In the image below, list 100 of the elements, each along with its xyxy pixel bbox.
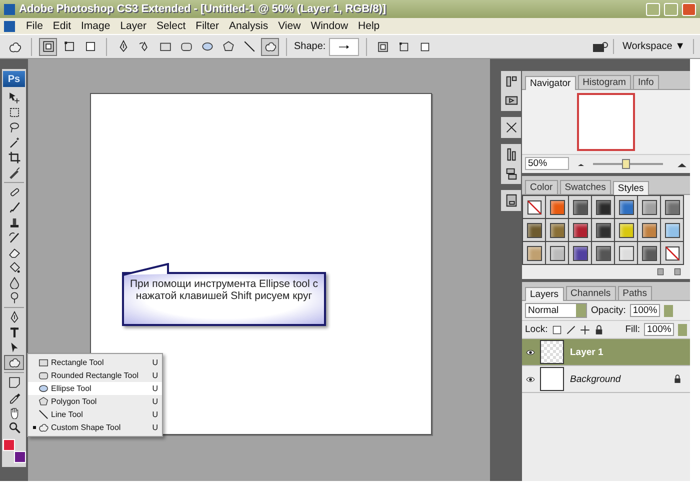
no-style-icon — [526, 200, 542, 214]
style-swatch[interactable] — [664, 200, 680, 214]
navigator-preview — [577, 93, 635, 151]
style-swatch[interactable] — [526, 222, 542, 238]
trash-icon — [673, 267, 682, 276]
flyout-menu-item[interactable]: Ellipse Tool U — [28, 382, 162, 395]
marquee-icon — [8, 106, 20, 119]
menu-item[interactable]: Help — [353, 20, 385, 32]
app-logo: Ps — [3, 71, 25, 87]
tools-icon — [504, 120, 518, 135]
style-swatch[interactable] — [526, 246, 542, 260]
app-logo-icon — [4, 4, 15, 14]
style-swatch[interactable] — [572, 222, 588, 238]
menu-item[interactable]: Image — [76, 20, 116, 32]
wand-icon — [8, 136, 20, 149]
flyout-menu-item[interactable]: Custom Shape Tool U — [28, 421, 162, 434]
shape-picker[interactable] — [328, 38, 359, 56]
panel-tab[interactable]: Navigator — [525, 76, 576, 90]
menu-item[interactable]: Layer — [115, 20, 152, 32]
clone-source-icon — [504, 166, 518, 181]
flyout-menu-item[interactable]: Rectangle Tool U — [28, 356, 162, 369]
type-tool-icon — [8, 326, 20, 339]
workspace-button[interactable]: Workspace ▼ — [613, 39, 694, 54]
opacity-label: Opacity: — [591, 305, 626, 316]
fill-pixels-icon — [418, 40, 431, 52]
ellipse-icon — [38, 383, 49, 394]
panel-tab[interactable]: Styles — [612, 181, 649, 195]
panel-tab[interactable]: Histogram — [578, 75, 631, 89]
style-swatch[interactable] — [618, 222, 634, 238]
style-swatch[interactable] — [550, 246, 564, 260]
no-style-icon — [664, 246, 680, 260]
panel-tab[interactable]: Paths — [618, 286, 652, 300]
fill-field[interactable]: 100% — [644, 323, 674, 336]
flyout-menu-item[interactable]: Line Tool U — [28, 408, 162, 421]
style-swatch[interactable] — [642, 200, 656, 214]
panel-tab[interactable]: Layers — [525, 287, 564, 301]
panel-tab[interactable]: Info — [632, 75, 659, 89]
shape-layers-icon — [42, 40, 54, 53]
opacity-field[interactable]: 100% — [630, 304, 660, 317]
magnifier-icon — [8, 421, 20, 434]
custom-shape-icon — [8, 40, 22, 54]
zoom-field[interactable]: 50% — [525, 157, 569, 170]
knife-icon — [8, 166, 20, 179]
style-swatch[interactable] — [618, 246, 634, 260]
panel-tab[interactable]: Channels — [566, 286, 616, 300]
paths-icon — [398, 40, 410, 52]
menu-item[interactable]: File — [21, 20, 48, 32]
line-icon — [242, 40, 256, 53]
drop-icon — [8, 276, 20, 289]
menu-item[interactable]: Window — [306, 20, 354, 32]
lock-transparency-icon — [552, 324, 562, 334]
menu-item[interactable]: Filter — [190, 20, 224, 32]
note-icon — [8, 376, 20, 389]
style-swatch[interactable] — [572, 246, 588, 260]
flyout-menu-item[interactable]: Polygon Tool U — [28, 395, 162, 408]
style-swatch[interactable] — [572, 200, 588, 214]
custom-shape-icon — [264, 40, 276, 53]
menu-item[interactable]: Edit — [48, 20, 76, 32]
callout-tab-drawing — [122, 263, 172, 276]
custom-shape-icon — [38, 422, 49, 433]
slider-thumb[interactable] — [622, 158, 630, 168]
paths-icon — [62, 40, 76, 53]
rectangle-icon — [158, 40, 172, 53]
panel-tab[interactable]: Swatches — [560, 180, 611, 194]
move-icon — [8, 91, 20, 104]
shape-tool-button[interactable] — [261, 38, 279, 56]
lock-move-icon — [580, 324, 590, 334]
style-swatch[interactable] — [550, 200, 564, 214]
mode-button[interactable] — [39, 38, 57, 56]
lock-brush-icon — [566, 324, 576, 334]
fill-pixels-icon — [84, 40, 96, 53]
lock-icon — [594, 324, 604, 334]
menu-item[interactable]: Select — [151, 20, 191, 32]
freeform-pen-icon — [138, 40, 150, 53]
tool-button[interactable] — [4, 355, 24, 370]
rounded-rectangle-icon — [38, 370, 49, 381]
menu-item[interactable]: Analysis — [224, 20, 274, 32]
brush-icon — [8, 201, 20, 214]
line-icon — [38, 409, 49, 420]
style-swatch[interactable] — [550, 222, 564, 238]
stamp-icon — [8, 216, 20, 229]
style-swatch[interactable] — [642, 222, 656, 238]
style-swatch[interactable] — [664, 222, 680, 238]
polygon-icon — [222, 40, 234, 53]
custom-shape-icon — [8, 356, 20, 369]
style-swatch[interactable] — [642, 246, 656, 260]
blend-mode-dropdown[interactable]: Normal — [525, 303, 587, 318]
background-color-swatch[interactable] — [14, 451, 26, 463]
menu-item[interactable]: View — [273, 20, 306, 32]
close-button[interactable] — [682, 2, 696, 16]
eyedropper-icon — [8, 391, 20, 404]
lasso-icon — [8, 121, 20, 134]
style-swatch[interactable] — [596, 200, 610, 214]
foreground-color-swatch[interactable] — [3, 439, 15, 451]
style-swatch[interactable] — [596, 246, 610, 260]
lock-label: Lock: — [525, 324, 548, 335]
flyout-menu-item[interactable]: Rounded Rectangle Tool U — [28, 369, 162, 382]
style-swatch[interactable] — [618, 200, 634, 214]
style-swatch[interactable] — [596, 222, 610, 238]
panel-tab[interactable]: Color — [525, 180, 558, 194]
